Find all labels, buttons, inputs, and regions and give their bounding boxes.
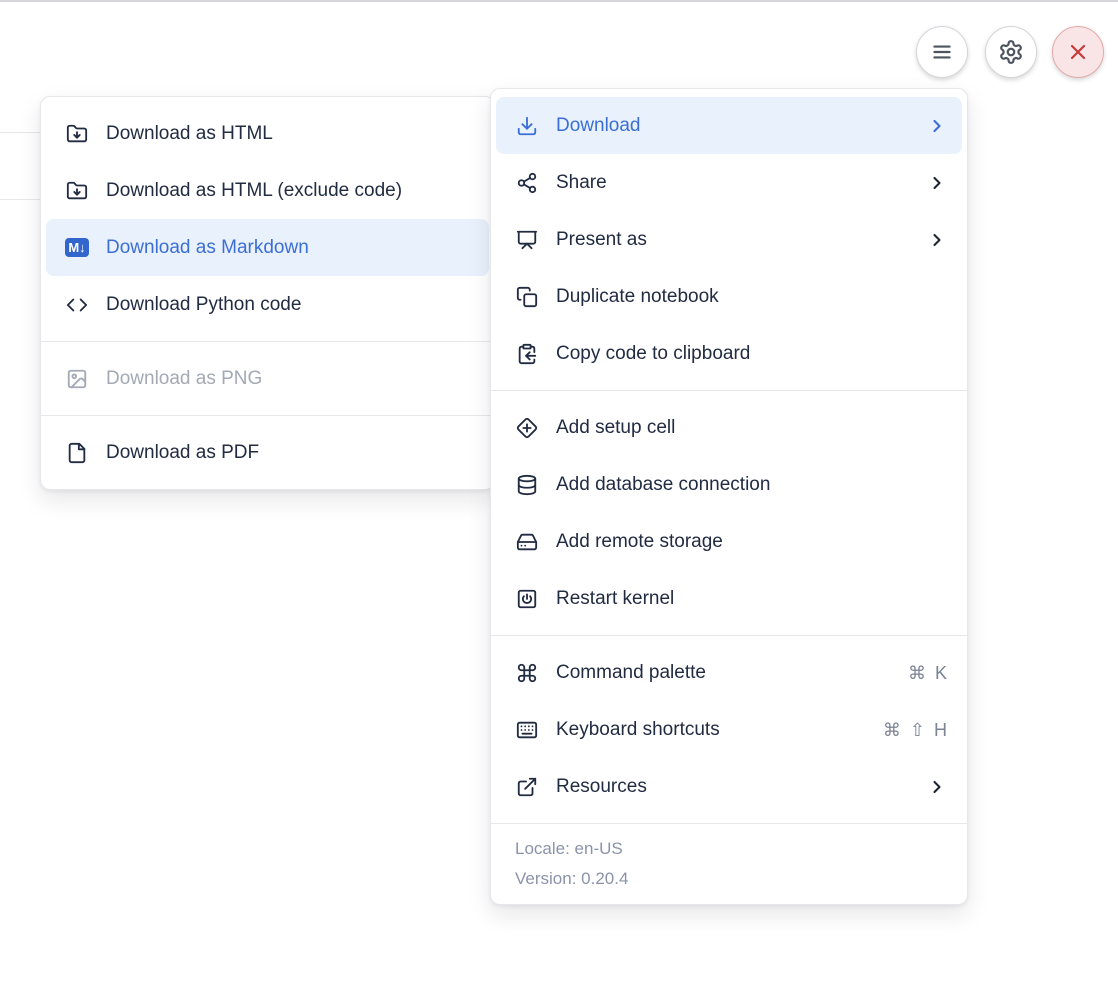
- image-icon: [65, 367, 89, 391]
- menu-item-label: Present as: [556, 229, 647, 251]
- menu-item-duplicate-notebook[interactable]: Duplicate notebook: [491, 268, 967, 325]
- submenu-indicator: [927, 230, 947, 250]
- keyboard-shortcut: ⌘K: [908, 664, 947, 682]
- folder-down-icon: [65, 122, 89, 146]
- chevron-right-icon: [927, 116, 947, 136]
- menu-section: Download as PDF: [41, 416, 494, 489]
- markdown-badge-icon: M↓: [65, 236, 89, 260]
- submenu-indicator: [927, 173, 947, 193]
- download-icon: [515, 114, 539, 138]
- menu-item-download-as-html[interactable]: Download as HTML: [41, 105, 494, 162]
- menu-item-label: Duplicate notebook: [556, 286, 719, 308]
- menu-item-copy-code-to-clipboard[interactable]: Copy code to clipboard: [491, 325, 967, 382]
- menu-item-label: Resources: [556, 776, 647, 798]
- file-icon: [65, 441, 89, 465]
- gear-icon: [998, 39, 1024, 65]
- hamburger-icon: [929, 39, 955, 65]
- menu-item-label: Download Python code: [106, 294, 301, 316]
- menu-item-label: Add database connection: [556, 474, 770, 496]
- menu-item-download-python-code[interactable]: Download Python code: [41, 276, 494, 333]
- square-power-icon: [515, 587, 539, 611]
- menu-section: Download Share Present as Duplicate noteboo…: [491, 89, 967, 390]
- menu-item-label: Add setup cell: [556, 417, 675, 439]
- menu-section: Download as PNG: [41, 342, 494, 415]
- chevron-right-icon: [927, 777, 947, 797]
- shortcut-key: ⇧: [910, 721, 925, 739]
- presentation-icon: [515, 228, 539, 252]
- diamond-plus-icon: [515, 416, 539, 440]
- menu-item-label: Keyboard shortcuts: [556, 719, 720, 741]
- shortcut-keys: ⌘ ⇧ H: [883, 721, 947, 739]
- command-icon: [515, 661, 539, 685]
- menu-item-download-as-html-exclude-code[interactable]: Download as HTML (exclude code): [41, 162, 494, 219]
- menu-item-present-as[interactable]: Present as: [491, 211, 967, 268]
- page-top-border: [0, 0, 1118, 2]
- submenu-indicator: [927, 777, 947, 797]
- menu-footer: Locale: en-US Version: 0.20.4: [491, 824, 967, 904]
- settings-button[interactable]: [985, 26, 1037, 78]
- share-icon: [515, 171, 539, 195]
- menu-item-label: Share: [556, 172, 607, 194]
- menu-item-label: Download as HTML: [106, 123, 273, 145]
- menu-item-share[interactable]: Share: [491, 154, 967, 211]
- download-submenu-panel: Download as HTML Download as HTML (exclud…: [40, 96, 495, 490]
- shortcut-key: K: [935, 664, 947, 682]
- chevron-right-icon: [927, 230, 947, 250]
- menu-item-download-as-png: Download as PNG: [41, 350, 494, 407]
- menu-item-command-palette[interactable]: Command palette⌘K: [491, 644, 967, 701]
- keyboard-shortcut: ⌘ ⇧ H: [883, 721, 947, 739]
- menu-item-download[interactable]: Download: [496, 97, 962, 154]
- menu-item-add-remote-storage[interactable]: Add remote storage: [491, 513, 967, 570]
- background-cell-border: [0, 132, 41, 133]
- menu-item-add-setup-cell[interactable]: Add setup cell: [491, 399, 967, 456]
- shortcut-keys: ⌘K: [908, 664, 947, 682]
- menu-section: Command palette⌘KKeyboard shortcuts⌘⇧HRe…: [491, 636, 967, 823]
- clipboard-copy-icon: [515, 342, 539, 366]
- code-icon: [65, 293, 89, 317]
- menu-item-keyboard-shortcuts[interactable]: Keyboard shortcuts ⌘ ⇧ H: [491, 701, 967, 758]
- shortcut-key: H: [934, 721, 947, 739]
- menu-item-label: Download: [556, 115, 641, 137]
- menu-item-label: Add remote storage: [556, 531, 723, 553]
- copy-icon: [515, 285, 539, 309]
- hard-drive-icon: [515, 530, 539, 554]
- locale-text: Locale: en-US: [515, 834, 943, 864]
- menu-item-add-database-connection[interactable]: Add database connection: [491, 456, 967, 513]
- menu-item-label: Restart kernel: [556, 588, 674, 610]
- menu-item-label: Copy code to clipboard: [556, 343, 750, 365]
- menu-item-restart-kernel[interactable]: Restart kernel: [491, 570, 967, 627]
- close-icon: [1066, 40, 1090, 64]
- shortcut-key: ⌘: [908, 664, 926, 682]
- keyboard-icon: [515, 718, 539, 742]
- menu-item-label: Download as HTML (exclude code): [106, 180, 402, 202]
- menu-section: Add setup cell Add database connection Add…: [491, 391, 967, 635]
- version-text: Version: 0.20.4: [515, 864, 943, 894]
- menu-item-download-as-markdown[interactable]: M↓ Download as Markdown: [46, 219, 489, 276]
- notebook-menu-panel: Download Share Present as Duplicate noteboo…: [490, 88, 968, 905]
- folder-down-icon: [65, 179, 89, 203]
- hamburger-menu-button[interactable]: [916, 26, 968, 78]
- menu-item-label: Download as PNG: [106, 368, 262, 390]
- menu-item-label: Command palette: [556, 662, 706, 684]
- menu-item-label: Download as Markdown: [106, 237, 309, 259]
- database-icon: [515, 473, 539, 497]
- menu-item-resources[interactable]: Resources: [491, 758, 967, 815]
- menu-section: Download as HTML Download as HTML (exclud…: [41, 97, 494, 341]
- submenu-indicator: [927, 116, 947, 136]
- menu-item-label: Download as PDF: [106, 442, 259, 464]
- close-button[interactable]: [1052, 26, 1104, 78]
- chevron-right-icon: [927, 173, 947, 193]
- shortcut-key: ⌘: [883, 721, 901, 739]
- background-cell-border: [0, 199, 41, 200]
- external-link-icon: [515, 775, 539, 799]
- menu-item-download-as-pdf[interactable]: Download as PDF: [41, 424, 494, 481]
